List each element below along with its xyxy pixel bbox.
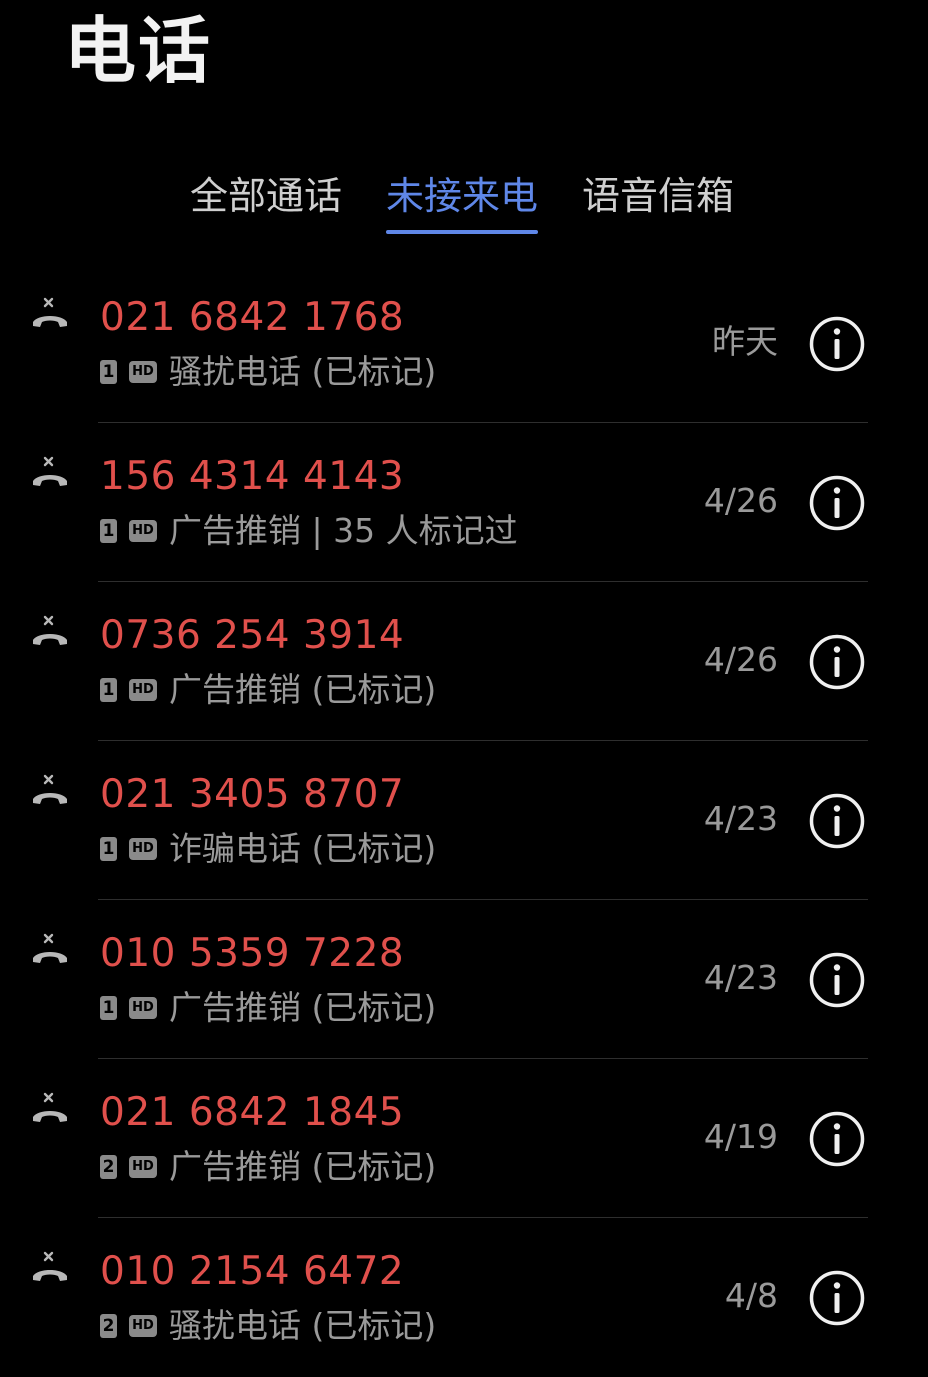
missed-call-icon	[33, 297, 67, 327]
missed-call-icon	[33, 615, 67, 645]
hd-voice-icon: HD	[129, 679, 157, 701]
page-title: 电话	[64, 9, 213, 93]
call-details: 1 HD 骚扰电话 (已标记)	[100, 350, 436, 394]
call-log-row[interactable]: 021 6842 1845 2 HD 广告推销 (已标记) 4/19	[0, 1059, 928, 1218]
caller-number: 0736 254 3914	[100, 613, 405, 658]
sim-card-icon: 1	[100, 837, 117, 861]
call-date: 4/26	[703, 640, 778, 679]
call-date: 4/19	[703, 1117, 778, 1156]
caller-tag: 广告推销 (已标记)	[169, 1147, 437, 1186]
call-date: 4/23	[703, 799, 778, 838]
hd-voice-icon: HD	[129, 1156, 157, 1178]
missed-call-icon	[33, 1092, 67, 1122]
hd-voice-icon: HD	[129, 838, 157, 860]
call-details: 2 HD 骚扰电话 (已标记)	[100, 1304, 436, 1348]
sim-card-icon: 1	[100, 996, 117, 1020]
call-date: 4/26	[703, 481, 778, 520]
call-details: 1 HD 广告推销 (已标记)	[100, 986, 436, 1030]
call-date: 昨天	[712, 322, 778, 361]
call-log-list: 021 6842 1768 1 HD 骚扰电话 (已标记) 昨天 156 431…	[0, 264, 928, 1377]
info-icon[interactable]	[809, 1111, 865, 1167]
info-icon[interactable]	[809, 1270, 865, 1326]
sim-card-icon: 2	[100, 1155, 117, 1179]
tab-missed-calls[interactable]: 未接来电	[386, 168, 539, 234]
call-date: 4/8	[724, 1276, 778, 1315]
caller-tag: 广告推销 (已标记)	[169, 670, 437, 709]
info-icon[interactable]	[809, 793, 865, 849]
tab-voicemail[interactable]: 语音信箱	[582, 168, 734, 224]
caller-number: 010 2154 6472	[100, 1249, 405, 1294]
info-icon[interactable]	[809, 634, 865, 690]
caller-number: 021 6842 1768	[100, 295, 405, 340]
hd-voice-icon: HD	[129, 520, 157, 542]
caller-tag: 广告推销 | 35 人标记过	[169, 511, 518, 550]
missed-call-icon	[33, 456, 67, 486]
caller-number: 021 3405 8707	[100, 772, 405, 817]
missed-call-icon	[33, 774, 67, 804]
hd-voice-icon: HD	[129, 1315, 157, 1337]
tab-bar: 全部通话 未接来电 语音信箱	[0, 168, 928, 238]
missed-call-icon	[33, 933, 67, 963]
hd-voice-icon: HD	[129, 997, 157, 1019]
info-icon[interactable]	[809, 952, 865, 1008]
call-log-row[interactable]: 010 5359 7228 1 HD 广告推销 (已标记) 4/23	[0, 900, 928, 1059]
call-details: 2 HD 广告推销 (已标记)	[100, 1145, 436, 1189]
sim-card-icon: 1	[100, 360, 117, 384]
active-tab-indicator	[386, 230, 539, 234]
info-icon[interactable]	[809, 316, 865, 372]
call-date: 4/23	[703, 958, 778, 997]
info-icon[interactable]	[809, 475, 865, 531]
caller-tag: 诈骗电话 (已标记)	[169, 829, 437, 868]
call-log-row[interactable]: 021 3405 8707 1 HD 诈骗电话 (已标记) 4/23	[0, 741, 928, 900]
call-log-row[interactable]: 010 2154 6472 2 HD 骚扰电话 (已标记) 4/8	[0, 1218, 928, 1377]
tab-label: 未接来电	[386, 174, 539, 218]
hd-voice-icon: HD	[129, 361, 157, 383]
caller-number: 010 5359 7228	[100, 931, 405, 976]
call-details: 1 HD 广告推销 | 35 人标记过	[100, 509, 518, 553]
caller-tag: 广告推销 (已标记)	[169, 988, 437, 1027]
call-log-row[interactable]: 021 6842 1768 1 HD 骚扰电话 (已标记) 昨天	[0, 264, 928, 423]
sim-card-icon: 1	[100, 519, 117, 543]
tab-label: 语音信箱	[582, 174, 735, 218]
sim-card-icon: 2	[100, 1314, 117, 1338]
call-log-row[interactable]: 156 4314 4143 1 HD 广告推销 | 35 人标记过 4/26	[0, 423, 928, 582]
caller-tag: 骚扰电话 (已标记)	[169, 352, 437, 391]
tab-all-calls[interactable]: 全部通话	[190, 168, 342, 224]
missed-call-icon	[33, 1251, 67, 1281]
call-log-row[interactable]: 0736 254 3914 1 HD 广告推销 (已标记) 4/26	[0, 582, 928, 741]
caller-number: 021 6842 1845	[100, 1090, 405, 1135]
call-details: 1 HD 诈骗电话 (已标记)	[100, 827, 436, 871]
caller-tag: 骚扰电话 (已标记)	[169, 1306, 437, 1345]
sim-card-icon: 1	[100, 678, 117, 702]
tab-label: 全部通话	[190, 174, 343, 218]
call-details: 1 HD 广告推销 (已标记)	[100, 668, 436, 712]
caller-number: 156 4314 4143	[100, 454, 405, 499]
